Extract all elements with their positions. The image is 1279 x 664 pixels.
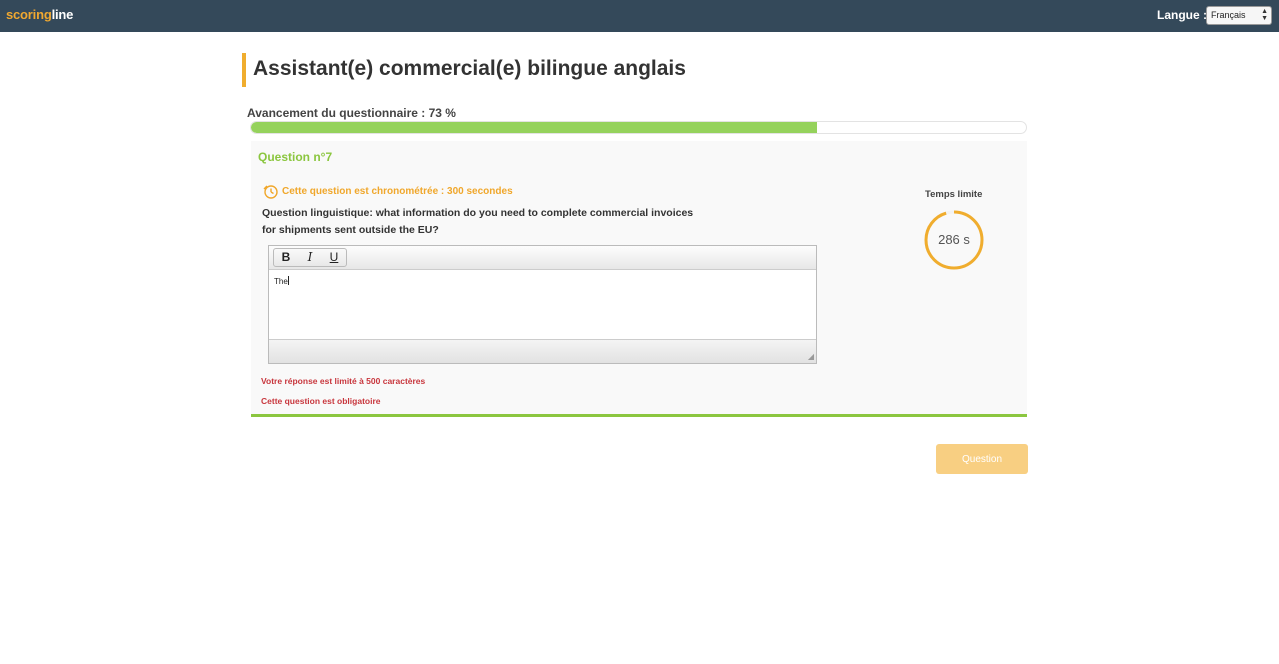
select-arrows-icon: ▲ ▼	[1261, 8, 1268, 22]
language-label: Langue :	[1157, 8, 1207, 22]
progress-bar	[250, 121, 1027, 134]
italic-button[interactable]: I	[298, 249, 322, 266]
top-bar: scoringline Langue : Français ▲ ▼	[0, 0, 1279, 32]
logo-part-1: scoring	[6, 7, 52, 22]
logo-part-2: line	[51, 7, 74, 22]
character-limit-warning: Votre réponse est limité à 500 caractère…	[261, 376, 426, 386]
time-limit-label: Temps limite	[925, 189, 983, 200]
required-warning: Cette question est obligatoire	[261, 396, 381, 406]
language-selected-value: Français	[1211, 10, 1246, 20]
answer-text: The	[274, 277, 288, 286]
underline-button[interactable]: U	[322, 249, 346, 266]
logo[interactable]: scoringline	[6, 7, 73, 22]
stopwatch-icon	[263, 185, 278, 199]
page-title: Assistant(e) commercial(e) bilingue angl…	[253, 57, 686, 80]
answer-textarea[interactable]: The	[269, 270, 816, 339]
next-question-button[interactable]: Question suivante	[936, 444, 1028, 495]
editor-toolbar: B I U	[269, 246, 816, 270]
timer-notice: Cette question est chronométrée : 300 se…	[262, 183, 513, 199]
countdown-value: 286 s	[938, 232, 970, 247]
question-number: Question n°7	[258, 150, 333, 164]
bold-button[interactable]: B	[274, 249, 298, 266]
language-select[interactable]: Français ▲ ▼	[1206, 6, 1272, 25]
editor-status-bar: ◢	[269, 339, 816, 363]
text-caret	[287, 276, 289, 285]
progress-fill	[251, 122, 817, 133]
progress-label: Avancement du questionnaire : 73 %	[247, 106, 456, 120]
timer-notice-text: Cette question est chronométrée : 300 se…	[282, 185, 513, 197]
format-button-group: B I U	[273, 248, 347, 267]
title-accent-bar	[242, 53, 246, 87]
rich-text-editor: B I U The ◢	[268, 245, 817, 364]
question-panel: Question n°7 Cette question est chronomé…	[251, 141, 1027, 417]
resize-handle-icon[interactable]: ◢	[808, 352, 814, 361]
question-text: Question linguistique: what information …	[262, 207, 694, 236]
